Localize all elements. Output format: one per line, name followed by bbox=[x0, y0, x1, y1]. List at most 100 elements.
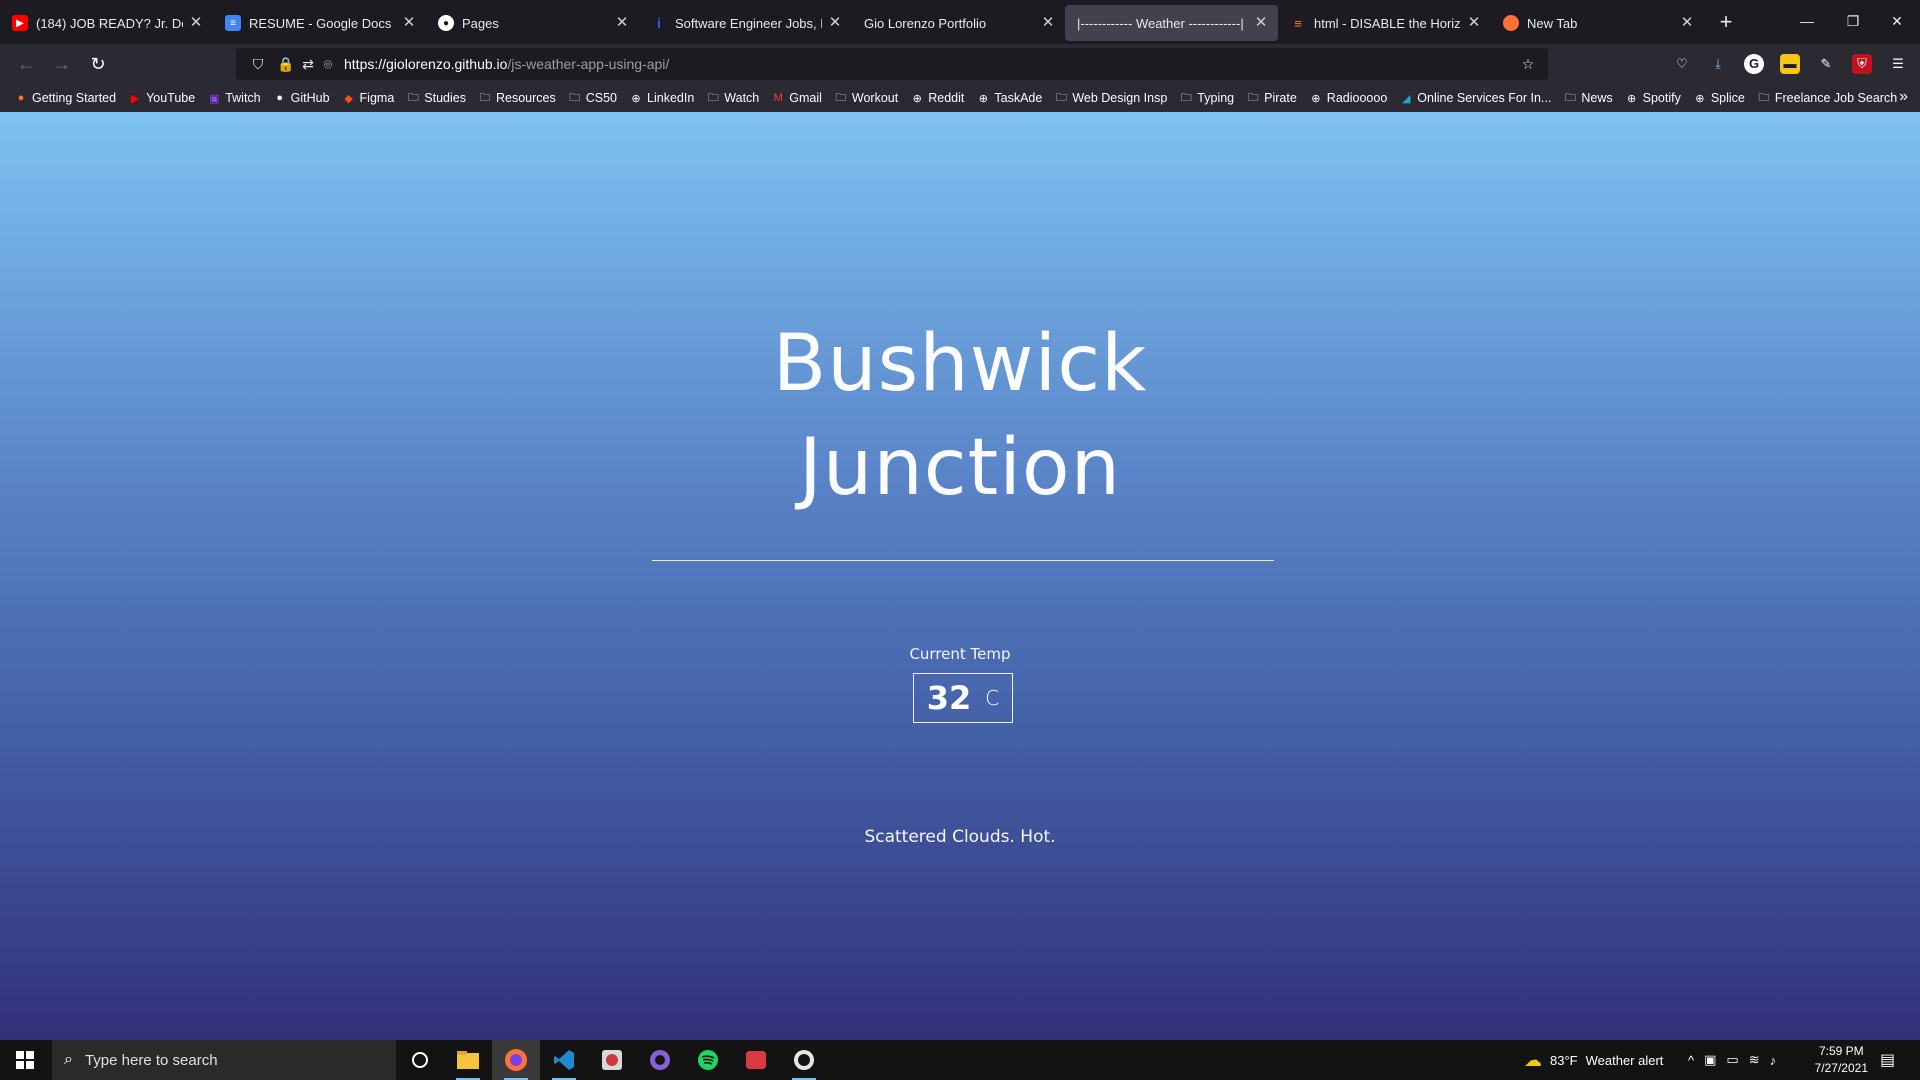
address-bar[interactable]: ⛉ 🔒 ⇄ ⌾ https://giolorenzo.github.io/js-… bbox=[236, 48, 1548, 80]
bookmark-label: Splice bbox=[1710, 91, 1745, 105]
close-icon[interactable]: ✕ bbox=[613, 14, 631, 32]
bookmark-label: Reddit bbox=[928, 91, 965, 105]
new-tab-button[interactable]: + bbox=[1708, 4, 1744, 40]
bookmark-item[interactable]: 🗀 Workout bbox=[834, 91, 898, 105]
tab-resume[interactable]: ≡ RESUME - Google Docs ✕ bbox=[213, 5, 426, 41]
grammarly-icon[interactable]: G bbox=[1744, 54, 1764, 74]
wifi-icon[interactable]: ≋ bbox=[1749, 1052, 1760, 1068]
vscode-icon[interactable] bbox=[540, 1040, 588, 1080]
notifications-icon[interactable]: ▤ bbox=[1880, 1040, 1895, 1080]
battery-icon[interactable]: ▭ bbox=[1726, 1052, 1738, 1068]
github-desktop-icon[interactable] bbox=[636, 1040, 684, 1080]
weather-page: Bushwick Junction Current Temp 32 C Scat… bbox=[0, 112, 1920, 1040]
bookmark-item[interactable]: ◢ Online Services For In... bbox=[1399, 91, 1551, 105]
forward-icon[interactable]: → bbox=[48, 50, 76, 78]
bookmark-item[interactable]: ⊕ LinkedIn bbox=[629, 91, 694, 105]
minimize-icon[interactable]: — bbox=[1784, 0, 1830, 44]
tab-portfolio[interactable]: Gio Lorenzo Portfolio ✕ bbox=[852, 5, 1065, 41]
restore-icon[interactable]: ❐ bbox=[1830, 0, 1876, 44]
color-picker-icon[interactable]: ✎ bbox=[1816, 54, 1836, 74]
location-icon[interactable]: ⌾ bbox=[318, 54, 338, 74]
shield-icon[interactable]: ⛉ bbox=[248, 54, 268, 74]
bookmark-item[interactable]: M Gmail bbox=[771, 91, 822, 105]
window-close-icon[interactable]: ✕ bbox=[1874, 0, 1920, 44]
bookmark-label: Typing bbox=[1197, 91, 1235, 105]
bookmark-item[interactable]: 🗀 Watch bbox=[706, 91, 759, 105]
close-icon[interactable]: ✕ bbox=[1252, 14, 1270, 32]
tab-stackoverflow[interactable]: ≡ html - DISABLE the Horizonta ✕ bbox=[1278, 5, 1491, 41]
bookmark-item[interactable]: ⊕ Reddit bbox=[910, 91, 965, 105]
bookmark-item[interactable]: 🗀 News bbox=[1563, 91, 1613, 105]
tray-icons: ^ ▣ ▭ ≋ ♪ bbox=[1688, 1040, 1776, 1080]
tab-weather[interactable]: |------------ Weather ------------| ✕ bbox=[1065, 5, 1278, 41]
spotify-icon[interactable] bbox=[684, 1040, 732, 1080]
tab-label: New Tab bbox=[1527, 15, 1578, 31]
bookmark-label: Resources bbox=[495, 91, 556, 105]
permissions-icon[interactable]: ⇄ bbox=[298, 54, 318, 74]
back-icon[interactable]: ← bbox=[12, 50, 40, 78]
pocket-icon[interactable]: ♡ bbox=[1672, 54, 1692, 74]
temp-unit: C bbox=[985, 686, 1000, 710]
bookmark-star-icon[interactable]: ☆ bbox=[1518, 54, 1538, 74]
expressvpn-icon[interactable] bbox=[732, 1040, 780, 1080]
cortana-icon[interactable] bbox=[396, 1040, 444, 1080]
bookmark-item[interactable]: 🗀 Web Design Insp bbox=[1054, 91, 1167, 105]
extension-icon[interactable]: ▬ bbox=[1780, 54, 1800, 74]
google-docs-icon: ≡ bbox=[225, 15, 241, 31]
security-icon[interactable]: ▣ bbox=[1704, 1052, 1716, 1068]
windows-icon bbox=[16, 1051, 34, 1069]
bookmark-item[interactable]: ⊕ Radiooooo bbox=[1309, 91, 1387, 105]
file-explorer-icon[interactable] bbox=[444, 1040, 492, 1080]
download-icon[interactable]: ⤓ bbox=[1708, 54, 1728, 74]
bookmark-item[interactable]: 🗀 Freelance Job Search bbox=[1757, 91, 1897, 105]
tray-temp: 83°F bbox=[1550, 1052, 1578, 1068]
bookmark-item[interactable]: ⊕ Spotify bbox=[1625, 91, 1681, 105]
obs-icon[interactable] bbox=[780, 1040, 828, 1080]
bookmark-item[interactable]: 🗀 Studies bbox=[406, 91, 466, 105]
tab-new[interactable]: New Tab ✕ bbox=[1491, 5, 1704, 41]
close-icon[interactable]: ✕ bbox=[1039, 14, 1057, 32]
close-icon[interactable]: ✕ bbox=[1678, 14, 1696, 32]
bookmark-item[interactable]: ⊕ Splice bbox=[1693, 91, 1745, 105]
taskbar-clock[interactable]: 7:59 PM 7/27/2021 bbox=[1815, 1043, 1868, 1077]
bookmark-item[interactable]: ⊕ TaskAde bbox=[976, 91, 1043, 105]
close-icon[interactable]: ✕ bbox=[1465, 14, 1483, 32]
close-icon[interactable]: ✕ bbox=[400, 14, 418, 32]
tab-software-jobs[interactable]: i Software Engineer Jobs, Empl ✕ bbox=[639, 5, 852, 41]
firefox-taskbar-icon[interactable] bbox=[492, 1040, 540, 1080]
bookmark-item[interactable]: ▣ Twitch bbox=[207, 91, 261, 105]
menu-icon[interactable]: ☰ bbox=[1888, 54, 1908, 74]
start-button[interactable] bbox=[0, 1040, 50, 1080]
lock-icon[interactable]: 🔒 bbox=[276, 54, 296, 74]
bookmark-item[interactable]: 🗀 Resources bbox=[478, 91, 556, 105]
folder-icon: 🗀 bbox=[1247, 91, 1259, 104]
folder-icon: 🗀 bbox=[569, 91, 581, 104]
speaker-icon[interactable]: ♪ bbox=[1770, 1053, 1777, 1068]
app-icon[interactable] bbox=[588, 1040, 636, 1080]
twitch-icon: ▣ bbox=[209, 92, 220, 105]
bookmark-item[interactable]: ● Getting Started bbox=[14, 91, 116, 105]
close-icon[interactable]: ✕ bbox=[187, 14, 205, 32]
bookmark-item[interactable]: ▶ YouTube bbox=[128, 91, 195, 105]
url-text[interactable]: https://giolorenzo.github.io/js-weather-… bbox=[344, 56, 669, 72]
github-icon: ● bbox=[438, 15, 454, 31]
bookmark-item[interactable]: ◆ Figma bbox=[342, 91, 395, 105]
bookmark-label: Watch bbox=[724, 91, 760, 105]
close-icon[interactable]: ✕ bbox=[826, 14, 844, 32]
tab-pages[interactable]: ● Pages ✕ bbox=[426, 5, 639, 41]
bookmark-item[interactable]: ● GitHub bbox=[273, 91, 329, 105]
bookmark-label: Twitch bbox=[225, 91, 261, 105]
reload-icon[interactable]: ↻ bbox=[84, 50, 112, 78]
bookmark-label: Figma bbox=[359, 91, 395, 105]
ublock-icon[interactable]: ⛨ bbox=[1852, 54, 1872, 74]
bookmark-item[interactable]: 🗀 Typing bbox=[1179, 91, 1234, 105]
tab-youtube[interactable]: ▶ (184) JOB READY? Jr. Develop ✕ bbox=[0, 5, 213, 41]
bookmark-item[interactable]: 🗀 Pirate bbox=[1246, 91, 1297, 105]
bookmark-label: Workout bbox=[851, 91, 899, 105]
city-line-2: Junction bbox=[798, 423, 1122, 513]
chevron-more-icon[interactable]: » bbox=[1899, 88, 1908, 106]
tray-weather[interactable]: ☁ 83°F Weather alert bbox=[1524, 1040, 1663, 1080]
chevron-up-icon[interactable]: ^ bbox=[1688, 1053, 1694, 1068]
bookmark-item[interactable]: 🗀 CS50 bbox=[568, 91, 617, 105]
taskbar-search[interactable]: ⌕ Type here to search bbox=[52, 1040, 396, 1080]
